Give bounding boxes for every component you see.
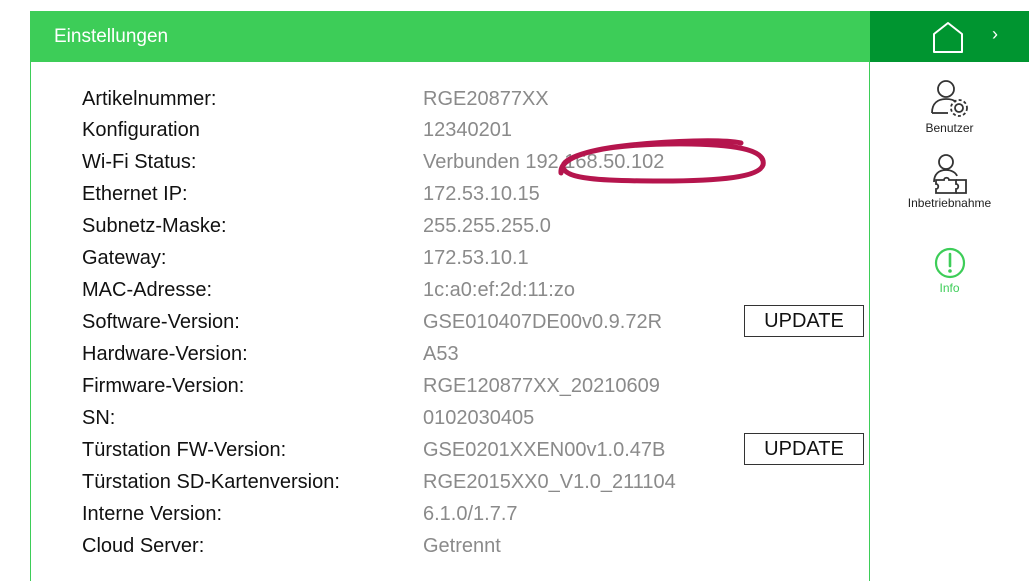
info-label: Konfiguration xyxy=(82,119,200,141)
page-title: Einstellungen xyxy=(54,26,169,47)
sidebar-item-benutzer[interactable]: Benutzer xyxy=(870,77,1029,135)
info-label: Artikelnummer: xyxy=(82,88,217,110)
info-label: Interne Version: xyxy=(82,503,223,525)
info-value: GSE010407DE00v0.9.72R xyxy=(423,311,663,333)
info-value: 1c:a0:ef:2d:11:zo xyxy=(423,279,575,301)
info-label: Türstation FW-Version: xyxy=(82,439,287,461)
info-label: SN: xyxy=(82,407,116,429)
info-value: 6.1.0/1.7.7 xyxy=(423,503,518,525)
info-value: A53 xyxy=(423,343,459,365)
info-label: Software-Version: xyxy=(82,311,240,333)
info-label: Türstation SD-Kartenversion: xyxy=(82,471,340,493)
info-label: Gateway: xyxy=(82,247,167,269)
info-label: Subnetz-Maske: xyxy=(82,215,227,237)
sidebar-item-label: Benutzer xyxy=(925,121,974,135)
settings-panel: Einstellungen Artikelnummer: RGE20877XX … xyxy=(30,11,870,581)
home-bar[interactable]: › xyxy=(870,11,1029,62)
info-label: MAC-Adresse: xyxy=(82,279,213,301)
info-value: RGE2015XX0_V1.0_211104 xyxy=(423,471,676,493)
info-value: GSE0201XXEN00v1.0.47B xyxy=(423,439,666,461)
software-update-button[interactable]: UPDATE xyxy=(744,305,864,337)
info-label: Cloud Server: xyxy=(82,535,205,557)
info-value: 0102030405 xyxy=(423,407,535,429)
sidebar-item-info[interactable]: Info xyxy=(870,245,1029,295)
info-label: Firmware-Version: xyxy=(82,375,245,397)
user-puzzle-icon xyxy=(932,154,967,194)
info-value: Getrennt xyxy=(423,535,501,557)
sidebar-item-label: Inbetriebnahme xyxy=(907,196,992,210)
user-gear-icon xyxy=(930,80,968,117)
home-icon[interactable] xyxy=(928,19,968,55)
info-value: RGE20877XX xyxy=(423,88,549,110)
doorstation-update-button[interactable]: UPDATE xyxy=(744,433,864,465)
sidebar: › Benutzer Inbetriebnahme Info xyxy=(870,11,1029,581)
info-label: Hardware-Version: xyxy=(82,343,248,365)
info-value: 12340201 xyxy=(423,119,512,141)
info-label: Ethernet IP: xyxy=(82,183,188,205)
sidebar-item-label: Info xyxy=(939,281,960,295)
info-label: Wi-Fi Status: xyxy=(82,151,197,173)
info-icon xyxy=(934,247,965,279)
info-value: RGE120877XX_20210609 xyxy=(423,375,660,397)
info-value: 172.53.10.1 xyxy=(423,247,529,269)
chevron-right-icon[interactable]: › xyxy=(992,24,998,45)
info-value: Verbunden 192.168.50.102 xyxy=(423,151,665,173)
info-value: 255.255.255.0 xyxy=(423,215,551,237)
info-value: 172.53.10.15 xyxy=(423,183,540,205)
header-bar: Einstellungen xyxy=(31,11,869,62)
sidebar-item-inbetriebnahme[interactable]: Inbetriebnahme xyxy=(870,152,1029,210)
